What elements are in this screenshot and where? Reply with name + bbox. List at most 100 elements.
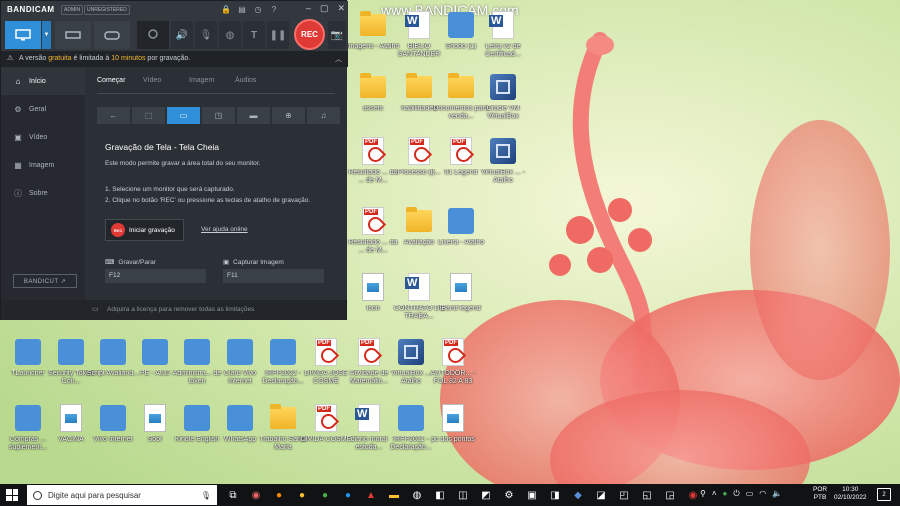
chrome-icon[interactable]: ● [317,487,333,503]
app-icon[interactable]: ◫ [455,487,471,503]
desktop-icon-label: Band legend [441,305,481,312]
monitor-icon: ▭ [179,111,188,120]
tab-imagem[interactable]: Imagem [189,77,235,84]
folder-icon[interactable]: ▤ [237,4,247,14]
volume-icon[interactable]: 🔈 [772,489,782,499]
notice-highlight: gratuita [48,55,72,62]
sidebar-item-sobre[interactable]: ⓘ Sobre [1,179,85,207]
clock-icon[interactable]: ◷ [253,4,263,14]
battery-icon[interactable]: ▭ [746,489,754,499]
store-icon[interactable]: ▣ [524,487,540,503]
desktop-icon[interactable]: Resultado ... da ... de M... [348,206,398,255]
sidebar-item-inicio[interactable]: ⌂ Início [1,67,85,95]
taskbar-search-box[interactable]: Digite aqui para pesquisar 🎙 [27,485,217,505]
settings-icon[interactable]: ⚙ [501,487,517,503]
rectangle-mode-button[interactable]: ⬚ [132,107,165,124]
chrome-icon[interactable]: ● [294,487,310,503]
rectangle-select-icon: ⬚ [144,111,153,120]
chevron-down-icon: ▼ [43,32,50,38]
screen-mode-dropdown[interactable]: ▼ [42,21,51,49]
audio-only-button[interactable]: ♫ [307,107,340,124]
mode-heading: Gravação de Tela - Tela Cheia [105,142,220,152]
app-icon[interactable]: ◪ [593,487,609,503]
instruction-step-1: 1. Selecione um monitor que será captura… [105,186,235,193]
collapse-icon[interactable]: ︿ [335,54,342,64]
tab-video[interactable]: Vídeo [143,77,189,84]
virtualbox-icon[interactable]: ◆ [570,487,586,503]
people-icon[interactable]: ⚲ [700,489,706,499]
app-icon[interactable]: ◉ [248,487,264,503]
desktop-icon[interactable]: Letra v2 de Certificad... [478,10,528,59]
text-overlay-button[interactable]: T [243,21,265,49]
desktop-icon[interactable]: Resultado ... da ... de M... [348,136,398,185]
desktop-icon[interactable]: AUTODOR... - FOL 82 A 83 [428,337,478,386]
notification-center-button[interactable]: 2 [877,488,891,501]
license-footer-text: Adquira a licença para remover todas as … [107,306,255,313]
screenshot-button[interactable]: 📷 [328,21,346,49]
acrobat-icon[interactable]: ▲ [363,487,379,503]
chevron-up-icon[interactable]: ˄ [712,489,717,499]
generic-icon [225,403,255,433]
speaker-button[interactable]: 🔊 [171,21,193,49]
desktop-icon[interactable]: Lixeira - Atalho [436,206,486,247]
webcam-button[interactable] [137,21,169,49]
app-icon[interactable]: ◩ [478,487,494,503]
back-button[interactable]: ← [97,107,130,124]
desktop-icon[interactable]: pc dos pontos [428,403,478,444]
security-icon[interactable]: ● [723,489,728,499]
lock-icon[interactable]: 🔒 [221,4,231,14]
hdmi-mode-button[interactable] [55,21,91,49]
mic-button[interactable]: 🎙 [195,21,217,49]
sidebar-item-imagem[interactable]: ▦ Imagem [1,151,85,179]
app-icon[interactable]: ◱ [639,487,655,503]
online-help-link[interactable]: Ver ajuda online [201,226,248,233]
minimize-button[interactable]: – [306,3,311,14]
desktop-icon-label: Letra v2 de Certificad... [485,43,521,58]
close-button[interactable]: ✕ [337,3,345,14]
license-footer[interactable]: ▭ Adquira a licença para remover todas a… [1,300,346,320]
rec-button[interactable]: REC [294,19,325,50]
screen-mode-button[interactable] [5,21,41,49]
mic-icon[interactable]: 🎙 [201,491,211,500]
fullscreen-mode-button[interactable]: ▭ [167,107,200,124]
mouse-effect-button[interactable]: ◍ [219,21,241,49]
hotkey-record-field[interactable]: F12 [105,269,206,283]
sidebar-item-video[interactable]: ▣ Vídeo [1,123,85,151]
app-icon[interactable]: ◍ [409,487,425,503]
app-icon[interactable]: ◧ [432,487,448,503]
edge-icon[interactable]: ● [340,487,356,503]
tab-comecar[interactable]: Começar [97,77,143,84]
device-mode-button[interactable]: ▬ [237,107,270,124]
app-icon[interactable]: ◰ [616,487,632,503]
pdf-icon [404,136,434,166]
around-mouse-button[interactable]: ◳ [202,107,235,124]
admin-badge: ADMIN [61,5,84,15]
windows-start-icon[interactable] [6,489,18,501]
hotkey-capture-field[interactable]: F11 [223,269,324,283]
generic-icon [446,10,476,40]
app-icon[interactable]: ◨ [547,487,563,503]
clock[interactable]: 10:30 02/10/2022 [834,486,867,502]
bandicut-button[interactable]: BANDICUT ↗ [13,274,77,288]
desktop-icon[interactable]: Oracle VM VirtualBox [478,72,528,121]
tab-audios[interactable]: Áudios [235,77,281,84]
desktop-icon[interactable]: Band legend [436,272,486,313]
keyboard-icon: ⌨ [105,259,115,266]
firefox-icon[interactable]: ● [271,487,287,503]
task-view-icon[interactable]: ⧉ [225,487,241,503]
video-icon: ▣ [14,132,22,142]
desktop-icon[interactable]: VirtualBox ... - Atalho [478,136,528,185]
power-icon[interactable]: ⏻ [733,489,739,499]
game-mode-button[interactable] [94,21,130,49]
wifi-icon[interactable]: ◠ [759,489,766,499]
start-recording-button[interactable]: REC Iniciar gravação [105,219,184,241]
help-icon[interactable]: ? [269,4,279,14]
file-explorer-icon[interactable]: ▬ [386,487,402,503]
language-indicator[interactable]: POR PTB [813,486,827,502]
sidebar-item-geral[interactable]: ⚙ Geral [1,95,85,123]
game-submode-button[interactable]: ⊕ [272,107,305,124]
app-icon[interactable]: ◲ [662,487,678,503]
pause-button[interactable]: ❚❚ [267,21,289,49]
bandicam-taskbar-icon[interactable]: ◉ [685,487,701,503]
maximize-button[interactable]: ▢ [320,3,329,14]
